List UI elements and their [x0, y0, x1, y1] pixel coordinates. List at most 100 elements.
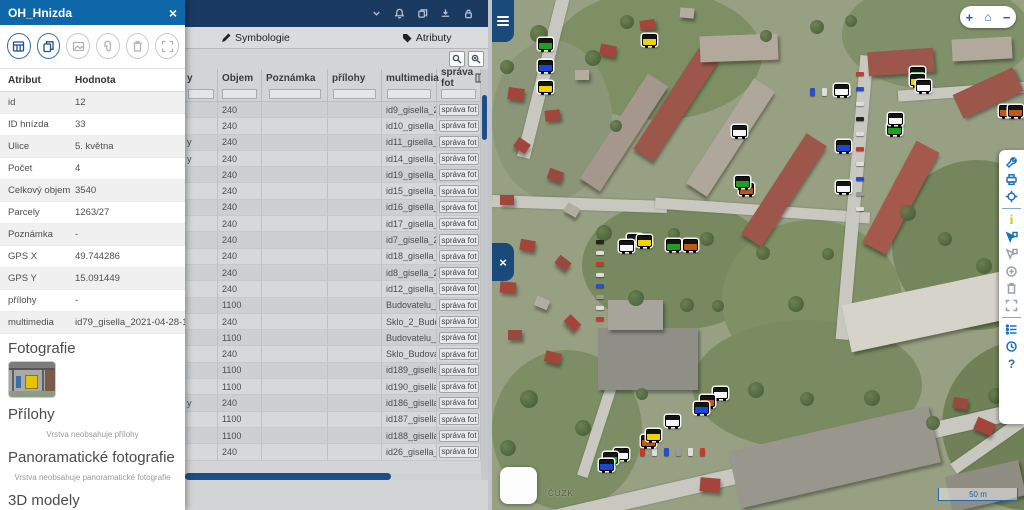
horizontal-scrollbar-thumb[interactable]	[185, 473, 391, 480]
attribute-row[interactable]: Ulice5. května	[0, 136, 185, 158]
image-button[interactable]	[66, 33, 90, 59]
table-row[interactable]: 240id10_gisella_...správa fot	[185, 118, 481, 134]
attribute-row[interactable]: id12	[0, 92, 185, 114]
map[interactable]: × + ⌂ − i ? ČÚZK 50 m	[492, 0, 1024, 510]
expand-button[interactable]	[155, 33, 179, 59]
trash-icon[interactable]	[1004, 281, 1019, 296]
table-row[interactable]: 240id8_gisella_2...správa fot	[185, 265, 481, 281]
table-row[interactable]: 240id12_gisella_...správa fot	[185, 281, 481, 297]
table-row[interactable]: 240Sklo_Budovat...správa fot	[185, 346, 481, 362]
column-header-partial[interactable]: y	[185, 69, 218, 87]
container-marker-green[interactable]	[538, 38, 553, 50]
table-row[interactable]: 240id26_gisella_...správa fot	[185, 444, 481, 460]
container-marker-white[interactable]	[836, 181, 851, 193]
container-marker-blue[interactable]	[836, 140, 851, 152]
sprava-fot-button[interactable]: správa fot	[439, 185, 479, 197]
wrench-icon[interactable]	[1004, 155, 1019, 170]
delete-button[interactable]	[126, 33, 150, 59]
table-row[interactable]: 240id17_gisella_...správa fot	[185, 216, 481, 232]
sprava-fot-button[interactable]: správa fot	[439, 283, 479, 295]
container-marker-orange[interactable]	[683, 239, 698, 251]
container-marker-white[interactable]	[619, 240, 634, 252]
column-filter-input[interactable]	[333, 89, 375, 99]
map-menu-tab[interactable]	[492, 0, 514, 42]
sprava-fot-button[interactable]: správa fot	[439, 169, 479, 181]
layers-icon[interactable]	[417, 8, 428, 19]
container-marker-orange[interactable]	[1008, 105, 1023, 117]
container-marker-white[interactable]	[732, 125, 747, 137]
select-remove-icon[interactable]	[1004, 247, 1019, 262]
sprava-fot-button[interactable]: správa fot	[439, 120, 479, 132]
table-row[interactable]: y240id11_gisella_...správa fot	[185, 135, 481, 151]
photo-thumbnail[interactable]	[8, 361, 56, 398]
attribute-row[interactable]: přílohy-	[0, 290, 185, 312]
attribute-row[interactable]: Parcely1263/27	[0, 202, 185, 224]
table-button[interactable]	[7, 33, 31, 59]
attachment-button[interactable]	[96, 33, 120, 59]
sprava-fot-button[interactable]: správa fot	[439, 364, 479, 376]
attribute-row[interactable]: Poznámka-	[0, 224, 185, 246]
tab-symbologie[interactable]: Symbologie	[221, 32, 290, 44]
search-button[interactable]	[449, 51, 465, 67]
table-row[interactable]: 240Sklo_2_Budo...správa fot	[185, 314, 481, 330]
download-icon[interactable]	[440, 8, 451, 19]
home-button[interactable]: ⌂	[984, 10, 991, 24]
vertical-scrollbar-thumb[interactable]	[482, 95, 487, 140]
table-row[interactable]: 1100id187_gisella...správa fot	[185, 412, 481, 428]
column-filter-input[interactable]	[441, 89, 475, 99]
vertical-scrollbar[interactable]	[481, 69, 488, 480]
list-icon[interactable]	[1004, 322, 1019, 337]
table-row[interactable]: 1100Budovatelu_...správa fot	[185, 298, 481, 314]
table-row[interactable]: 240id16_gisella_...správa fot	[185, 200, 481, 216]
sprava-fot-button[interactable]: správa fot	[439, 397, 479, 409]
container-marker-white[interactable]	[888, 113, 903, 125]
sprava-fot-button[interactable]: správa fot	[439, 332, 479, 344]
search-plus-button[interactable]	[468, 51, 484, 67]
sprava-fot-button[interactable]: správa fot	[439, 381, 479, 393]
zoom-in-button[interactable]: +	[966, 11, 974, 24]
select-add-icon[interactable]	[1004, 230, 1019, 245]
table-row[interactable]: 240id7_gisella_2...správa fot	[185, 232, 481, 248]
table-row[interactable]: 240id19_gisella_...správa fot	[185, 167, 481, 183]
crosshair-icon[interactable]	[1004, 189, 1019, 204]
container-marker-green[interactable]	[735, 176, 750, 188]
sprava-fot-button[interactable]: správa fot	[439, 413, 479, 425]
attribute-row[interactable]: ID hnízda33	[0, 114, 185, 136]
sprava-fot-button[interactable]: správa fot	[439, 136, 479, 148]
sprava-fot-button[interactable]: správa fot	[439, 201, 479, 213]
container-marker-yellow[interactable]	[646, 429, 661, 441]
copy-button[interactable]	[37, 33, 61, 59]
sprava-fot-button[interactable]: správa fot	[439, 348, 479, 360]
attribute-row[interactable]: GPS Y15.091449	[0, 268, 185, 290]
column-filter-input[interactable]	[188, 89, 214, 99]
lock-icon[interactable]	[463, 8, 474, 19]
column-filter-input[interactable]	[387, 89, 430, 99]
panel-close-button[interactable]: ×	[169, 6, 177, 20]
column-header[interactable]: multimedia	[382, 69, 437, 87]
column-header[interactable]: přílohy	[328, 69, 382, 87]
attribute-row[interactable]: GPS X49.744286	[0, 246, 185, 268]
table-row[interactable]: y240id14_gisella_...správa fot	[185, 151, 481, 167]
container-marker-blue[interactable]	[599, 459, 614, 471]
column-filter-input[interactable]	[269, 89, 321, 99]
column-filter-input[interactable]	[222, 89, 256, 99]
table-row[interactable]: 240id9_gisella_2...správa fot	[185, 102, 481, 118]
expand-icon[interactable]	[1004, 298, 1019, 313]
sprava-fot-button[interactable]: správa fot	[439, 267, 479, 279]
attribute-row[interactable]: Počet4	[0, 158, 185, 180]
sprava-fot-button[interactable]: správa fot	[439, 218, 479, 230]
column-header[interactable]: správa fot	[437, 69, 481, 87]
horizontal-scrollbar[interactable]	[185, 473, 481, 480]
table-row[interactable]: 1100id190_gisella...správa fot	[185, 379, 481, 395]
help-icon[interactable]: ?	[1004, 356, 1019, 371]
container-marker-yellow[interactable]	[642, 34, 657, 46]
bell-icon[interactable]	[394, 8, 405, 19]
sprava-fot-button[interactable]: správa fot	[439, 234, 479, 246]
container-marker-white[interactable]	[834, 84, 849, 96]
container-marker-yellow[interactable]	[538, 81, 553, 93]
table-row[interactable]: 1100id189_gisella...správa fot	[185, 363, 481, 379]
container-marker-blue[interactable]	[538, 60, 553, 72]
sprava-fot-button[interactable]: správa fot	[439, 104, 479, 116]
sprava-fot-button[interactable]: správa fot	[439, 153, 479, 165]
table-row[interactable]: 240id18_gisella_...správa fot	[185, 249, 481, 265]
